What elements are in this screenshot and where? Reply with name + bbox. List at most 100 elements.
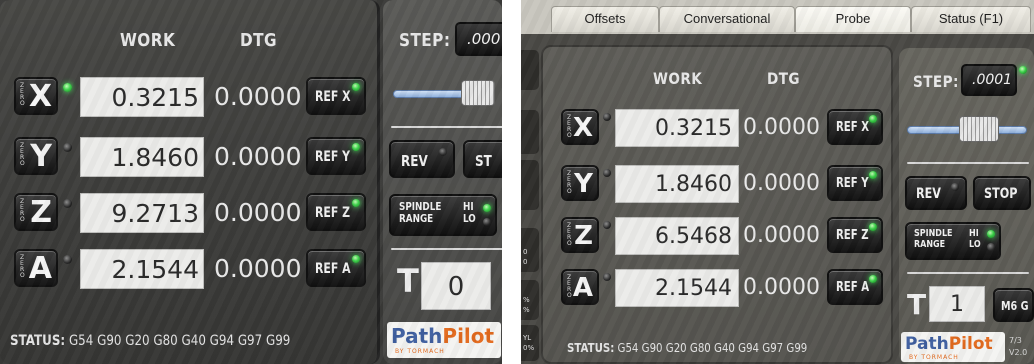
- edge-text: %: [523, 296, 530, 304]
- range-label: RANGE: [399, 212, 434, 225]
- tab-probe[interactable]: Probe: [795, 6, 911, 32]
- dtg-header: DTG: [240, 30, 277, 51]
- ref-y-led: [352, 143, 360, 151]
- tool-label: T: [397, 262, 419, 300]
- work-z-field[interactable]: 9.2713: [80, 193, 204, 233]
- zero-z-button[interactable]: ZERO Z: [561, 217, 599, 253]
- logo-text: PathPilot: [391, 324, 494, 349]
- axis-a-led: [603, 273, 611, 281]
- logo-pilot: Pilot: [948, 334, 993, 354]
- edge-block: [521, 110, 539, 154]
- ref-z-label: REF Z: [836, 228, 869, 243]
- work-a-field[interactable]: 2.1544: [80, 249, 204, 289]
- work-a-field[interactable]: 2.1544: [615, 269, 739, 307]
- zero-y-button[interactable]: ZERO Y: [14, 137, 58, 175]
- ref-a-button[interactable]: REF A: [827, 269, 883, 305]
- zero-label: ZERO: [20, 198, 25, 223]
- tab-bar: Offsets Conversational Probe Status (F1): [521, 0, 1034, 34]
- tool-number-field[interactable]: 1: [929, 286, 985, 322]
- ref-y-button[interactable]: REF Y: [306, 137, 366, 175]
- edge-text: YL: [523, 334, 532, 342]
- work-x-field[interactable]: 0.3215: [80, 77, 204, 117]
- dtg-y-value: 0.0000: [214, 142, 302, 171]
- work-header: WORK: [120, 30, 176, 51]
- rev-button[interactable]: REV: [905, 176, 967, 210]
- rev-button[interactable]: REV: [389, 140, 455, 178]
- tool-number-field[interactable]: 0: [421, 262, 491, 310]
- ref-z-led: [352, 199, 360, 207]
- zero-z-button[interactable]: ZERO Z: [14, 193, 58, 231]
- ref-z-button[interactable]: REF Z: [306, 193, 366, 231]
- zero-a-button[interactable]: ZERO A: [14, 249, 58, 287]
- lo-label: LO: [463, 212, 476, 225]
- ref-a-label: REF A: [836, 280, 870, 295]
- photo-right-screen: Offsets Conversational Probe Status (F1)…: [521, 0, 1034, 364]
- spindle-range-label: SPINDLE RANGE: [914, 228, 953, 250]
- zero-x-button[interactable]: ZERO X: [561, 109, 599, 145]
- tab-conversational[interactable]: Conversational: [659, 6, 795, 32]
- rev-label: REV: [401, 152, 428, 170]
- dtg-x-value: 0.0000: [214, 82, 302, 111]
- ref-x-label: REF X: [315, 89, 351, 105]
- stop-label: ST: [475, 152, 492, 170]
- status-line: STATUS: G54 G90 G20 G80 G40 G94 G97 G99: [10, 333, 290, 349]
- side-panel: STEP: .000 REV ST SPINDLE RANGE HI LO T …: [383, 0, 502, 364]
- zero-label: ZERO: [567, 170, 572, 195]
- lo-label: LO: [969, 239, 981, 250]
- tab-status[interactable]: Status (F1): [911, 6, 1031, 32]
- axis-letter: X: [572, 113, 593, 143]
- axis-letter: Y: [30, 139, 52, 174]
- rev-label: REV: [916, 186, 941, 202]
- work-z-field[interactable]: 6.5468: [615, 217, 739, 255]
- edge-block: [521, 325, 539, 361]
- zero-label: ZERO: [20, 82, 25, 107]
- edge-text: 0%: [523, 344, 535, 352]
- step-button[interactable]: .0001: [961, 64, 1017, 96]
- spindle-range-button[interactable]: SPINDLE RANGE HI LO: [905, 222, 1001, 260]
- zero-a-button[interactable]: ZERO A: [561, 269, 599, 305]
- ref-z-button[interactable]: REF Z: [827, 217, 883, 253]
- step-led: [1019, 66, 1027, 74]
- work-x-field[interactable]: 0.3215: [615, 109, 739, 147]
- ref-a-button[interactable]: REF A: [306, 249, 366, 287]
- ref-a-led: [869, 275, 877, 283]
- dtg-y-value: 0.0000: [743, 171, 820, 196]
- zero-x-button[interactable]: ZERO X: [14, 77, 58, 115]
- axis-y-led: [603, 169, 611, 177]
- zero-y-button[interactable]: ZERO Y: [561, 165, 599, 201]
- logo-path: Path: [905, 334, 949, 354]
- stop-label: STOP: [984, 186, 1018, 202]
- stop-button[interactable]: ST: [463, 140, 502, 178]
- work-y-field[interactable]: 1.8460: [615, 165, 739, 203]
- zero-label: ZERO: [20, 254, 25, 279]
- ref-x-button[interactable]: REF X: [306, 77, 366, 115]
- m6-button[interactable]: M6 G: [993, 288, 1034, 322]
- logo-text: PathPilot: [905, 334, 993, 354]
- dro-panel: WORK DTG ZERO X 0.3215 0.0000 REF X ZERO…: [0, 0, 380, 364]
- work-y-field[interactable]: 1.8460: [80, 137, 204, 177]
- edge-block: [521, 50, 539, 90]
- edge-text: 0: [523, 258, 528, 266]
- dtg-a-value: 0.0000: [214, 254, 302, 283]
- axis-z-led: [603, 221, 611, 229]
- tab-offsets[interactable]: Offsets: [551, 6, 659, 32]
- range-label: RANGE: [914, 239, 946, 250]
- dtg-z-value: 0.0000: [743, 223, 820, 248]
- side-panel: STEP: .0001 REV STOP SPINDLE RANGE HI LO…: [899, 48, 1034, 364]
- version-bottom: V2.0: [1009, 348, 1028, 357]
- dtg-a-value: 0.0000: [743, 275, 820, 300]
- ref-y-button[interactable]: REF Y: [827, 165, 883, 201]
- hi-led: [987, 230, 995, 238]
- ref-x-button[interactable]: REF X: [827, 109, 883, 145]
- feed-slider-thumb[interactable]: [461, 80, 495, 106]
- logo-subtitle: BY TORMACH: [909, 354, 959, 361]
- step-button[interactable]: .000: [455, 22, 502, 56]
- rev-led: [951, 183, 959, 191]
- ref-y-label: REF Y: [836, 176, 869, 191]
- hi-label: HI: [969, 228, 979, 239]
- feed-slider-thumb[interactable]: [959, 116, 999, 142]
- divider: [391, 126, 502, 128]
- stop-button[interactable]: STOP: [973, 176, 1031, 210]
- axis-letter: Z: [30, 195, 52, 230]
- spindle-range-button[interactable]: SPINDLE RANGE HI LO: [389, 194, 497, 236]
